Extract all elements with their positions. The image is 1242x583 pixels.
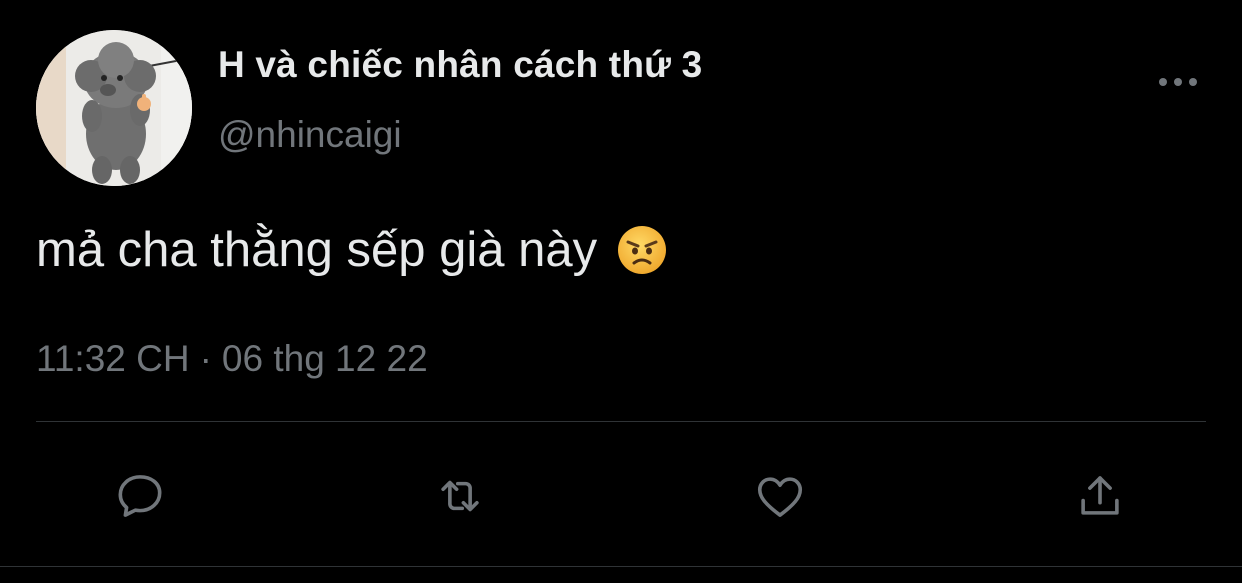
more-options-button[interactable] (1152, 62, 1204, 102)
share-icon (1081, 476, 1119, 515)
tweet-text: mả cha thằng sếp già này (36, 222, 667, 278)
avatar[interactable] (36, 30, 192, 186)
tweet-card: H và chiếc nhân cách thứ 3 @nhincaigi mả… (0, 0, 1242, 583)
reply-icon (118, 475, 162, 517)
share-button[interactable] (1070, 466, 1130, 526)
angry-face-icon (618, 226, 667, 274)
reply-button[interactable] (110, 466, 170, 526)
tweet-time: 11:32 CH (36, 338, 190, 379)
tweet-date: 06 thg 12 22 (221, 338, 428, 379)
retweet-icon (441, 480, 479, 512)
meta-separator: · (199, 338, 212, 379)
bottom-divider (0, 566, 1242, 567)
display-name[interactable]: H và chiếc nhân cách thứ 3 (218, 44, 702, 86)
retweet-button[interactable] (430, 466, 490, 526)
divider (36, 421, 1206, 422)
tweet-timestamp[interactable]: 11:32 CH · 06 thg 12 22 (36, 338, 428, 380)
heart-icon (757, 477, 803, 517)
tweet-text-content: mả cha thằng sếp già này (36, 223, 598, 277)
avatar-poodle-image (36, 30, 192, 186)
more-options-icon (1159, 78, 1197, 86)
user-handle[interactable]: @nhincaigi (218, 114, 402, 156)
like-button[interactable] (750, 466, 810, 526)
